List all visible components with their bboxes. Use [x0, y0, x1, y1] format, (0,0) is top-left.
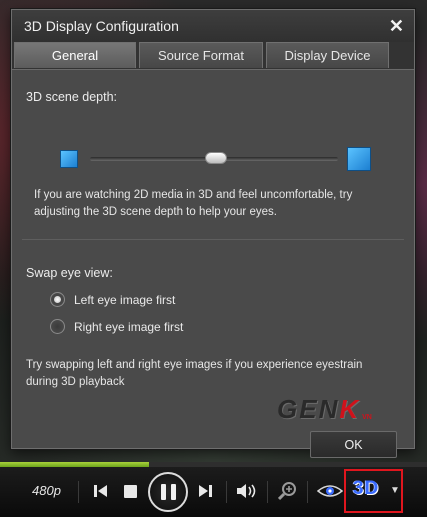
right-eye-first-label: Right eye image first [74, 319, 184, 334]
left-eye-first-option[interactable]: Left eye image first [50, 292, 175, 307]
pause-icon [160, 484, 176, 500]
swap-eye-label: Swap eye view: [26, 266, 113, 280]
cube-small-icon [60, 150, 78, 168]
ok-button[interactable]: OK [310, 431, 397, 458]
display-config-dialog: 3D Display Configuration ✕ General Sourc… [11, 9, 415, 458]
zoom-icon[interactable] [278, 481, 298, 501]
tab-general[interactable]: General [14, 42, 136, 68]
section-divider [22, 239, 404, 240]
tab-source-format[interactable]: Source Format [139, 42, 263, 68]
tab-bar: General Source Format Display Device [12, 42, 414, 69]
separator [307, 481, 308, 503]
three-d-icon[interactable]: 3D [353, 478, 379, 500]
skip-forward-icon[interactable] [197, 484, 213, 498]
radio-left-eye[interactable] [50, 292, 65, 307]
eye-3d-icon[interactable] [317, 484, 343, 498]
skip-back-icon[interactable] [93, 484, 109, 498]
genk-watermark-logo: GENK VN [277, 393, 402, 425]
radio-right-eye[interactable] [50, 319, 65, 334]
logo-text-accent: K [339, 394, 361, 424]
logo-text-main: GEN [277, 394, 340, 424]
right-eye-first-option[interactable]: Right eye image first [50, 319, 183, 334]
separator [78, 481, 79, 503]
separator [226, 481, 227, 503]
dialog-title: 3D Display Configuration [24, 18, 179, 34]
resolution-label: 480p [32, 483, 61, 498]
volume-icon[interactable] [236, 483, 258, 499]
scene-depth-label: 3D scene depth: [26, 90, 118, 104]
scene-depth-slider-thumb[interactable] [205, 152, 228, 164]
left-eye-first-label: Left eye image first [74, 292, 176, 307]
dialog-titlebar: 3D Display Configuration ✕ [12, 10, 414, 42]
close-icon[interactable]: ✕ [389, 17, 404, 35]
pause-button[interactable] [148, 472, 188, 512]
scene-depth-help: If you are watching 2D media in 3D and f… [34, 189, 353, 218]
tab-display-device[interactable]: Display Device [266, 42, 389, 68]
swap-eye-help: Try swapping left and right eye images i… [26, 359, 363, 388]
player-controls: 480p 3D ▼ [0, 467, 427, 517]
logo-suffix: VN [362, 414, 372, 421]
cube-large-icon [347, 147, 371, 171]
stop-icon[interactable] [123, 484, 138, 499]
chevron-down-icon[interactable]: ▼ [390, 485, 400, 496]
separator [267, 481, 268, 503]
general-panel: 3D scene depth: If you are watching 2D m… [12, 69, 414, 458]
